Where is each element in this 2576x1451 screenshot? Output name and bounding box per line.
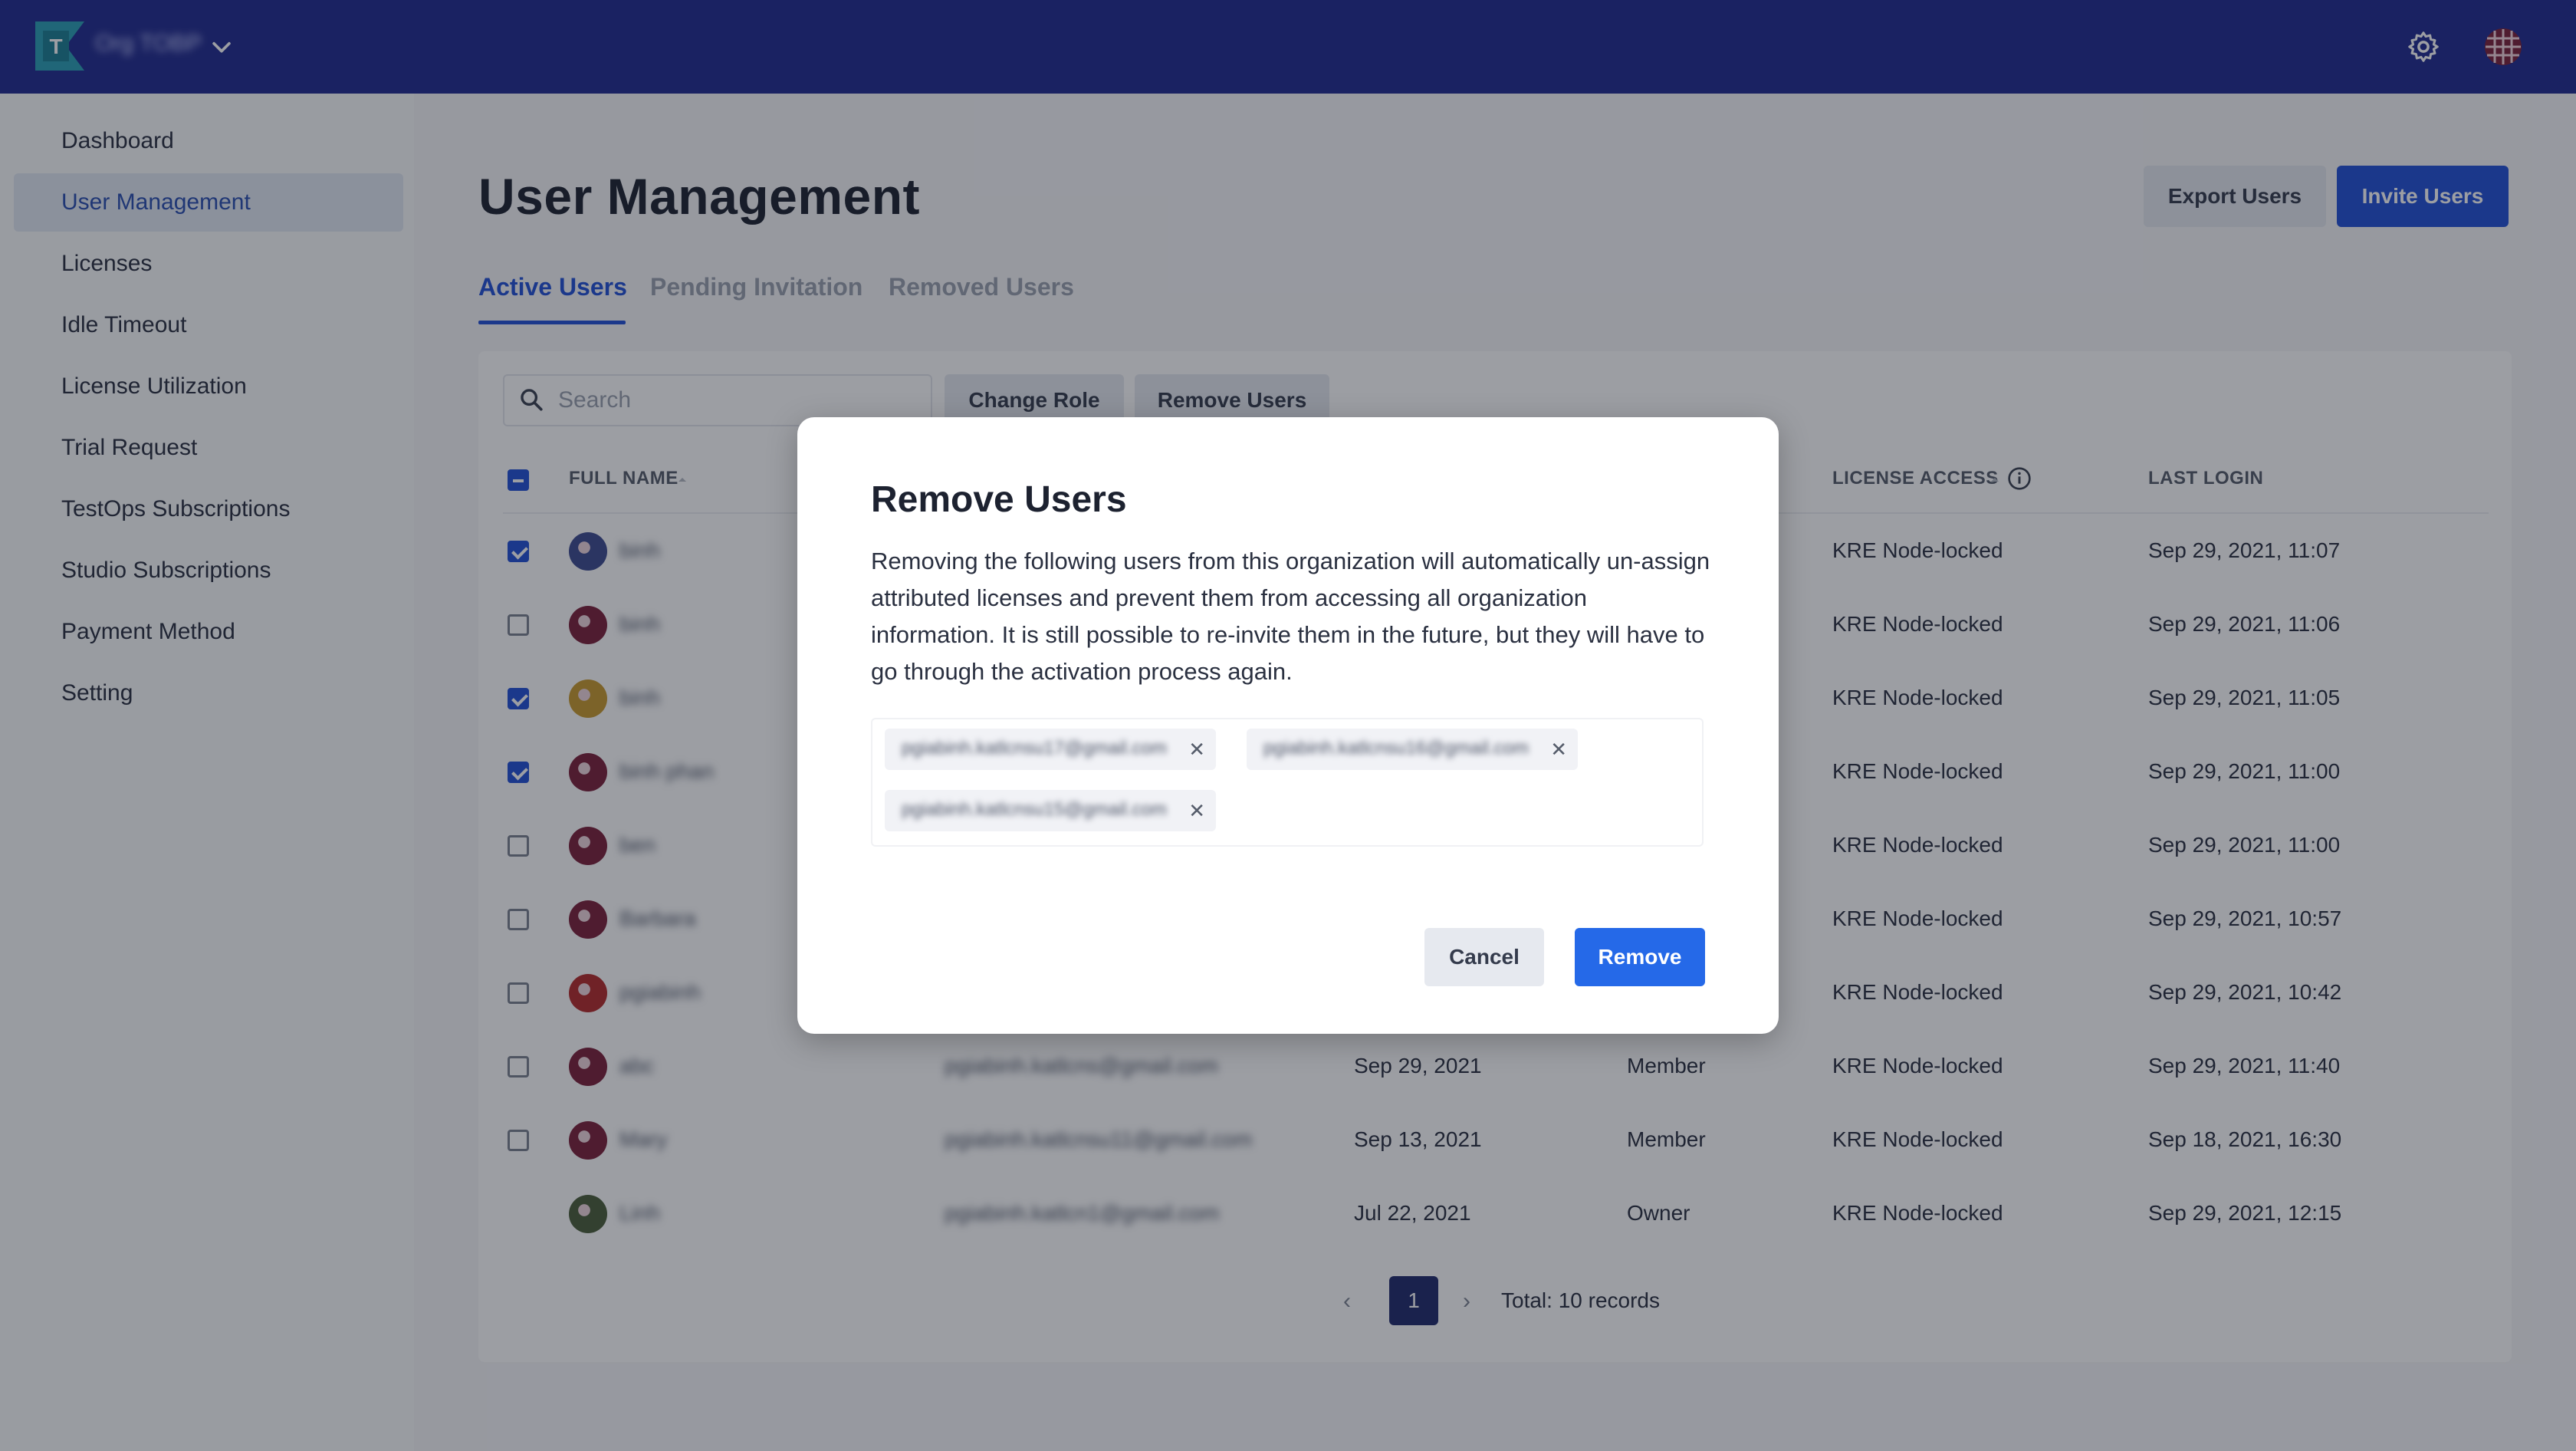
- dialog-message: Removing the following users from this o…: [871, 548, 1710, 685]
- chip-remove-icon[interactable]: ✕: [1550, 738, 1567, 762]
- dialog-title: Remove Users: [871, 479, 1127, 520]
- chip-email: pgiabinh.katlcnsu16@gmail.com: [1263, 738, 1529, 758]
- remove-users-dialog: Remove Users Removing the following user…: [797, 417, 1779, 1034]
- chip-remove-icon[interactable]: ✕: [1188, 799, 1205, 823]
- chip-remove-icon[interactable]: ✕: [1188, 738, 1205, 762]
- user-chip: pgiabinh.katlcnsu16@gmail.com ✕: [1247, 729, 1578, 770]
- remove-button[interactable]: Remove: [1575, 928, 1705, 986]
- cancel-button[interactable]: Cancel: [1424, 928, 1544, 986]
- user-chip: pgiabinh.katlcnsu15@gmail.com ✕: [885, 790, 1216, 831]
- chip-email: pgiabinh.katlcnsu17@gmail.com: [902, 738, 1167, 758]
- selected-users-list: pgiabinh.katlcnsu17@gmail.com ✕ pgiabinh…: [871, 718, 1704, 847]
- user-chip: pgiabinh.katlcnsu17@gmail.com ✕: [885, 729, 1216, 770]
- chip-email: pgiabinh.katlcnsu15@gmail.com: [902, 799, 1167, 820]
